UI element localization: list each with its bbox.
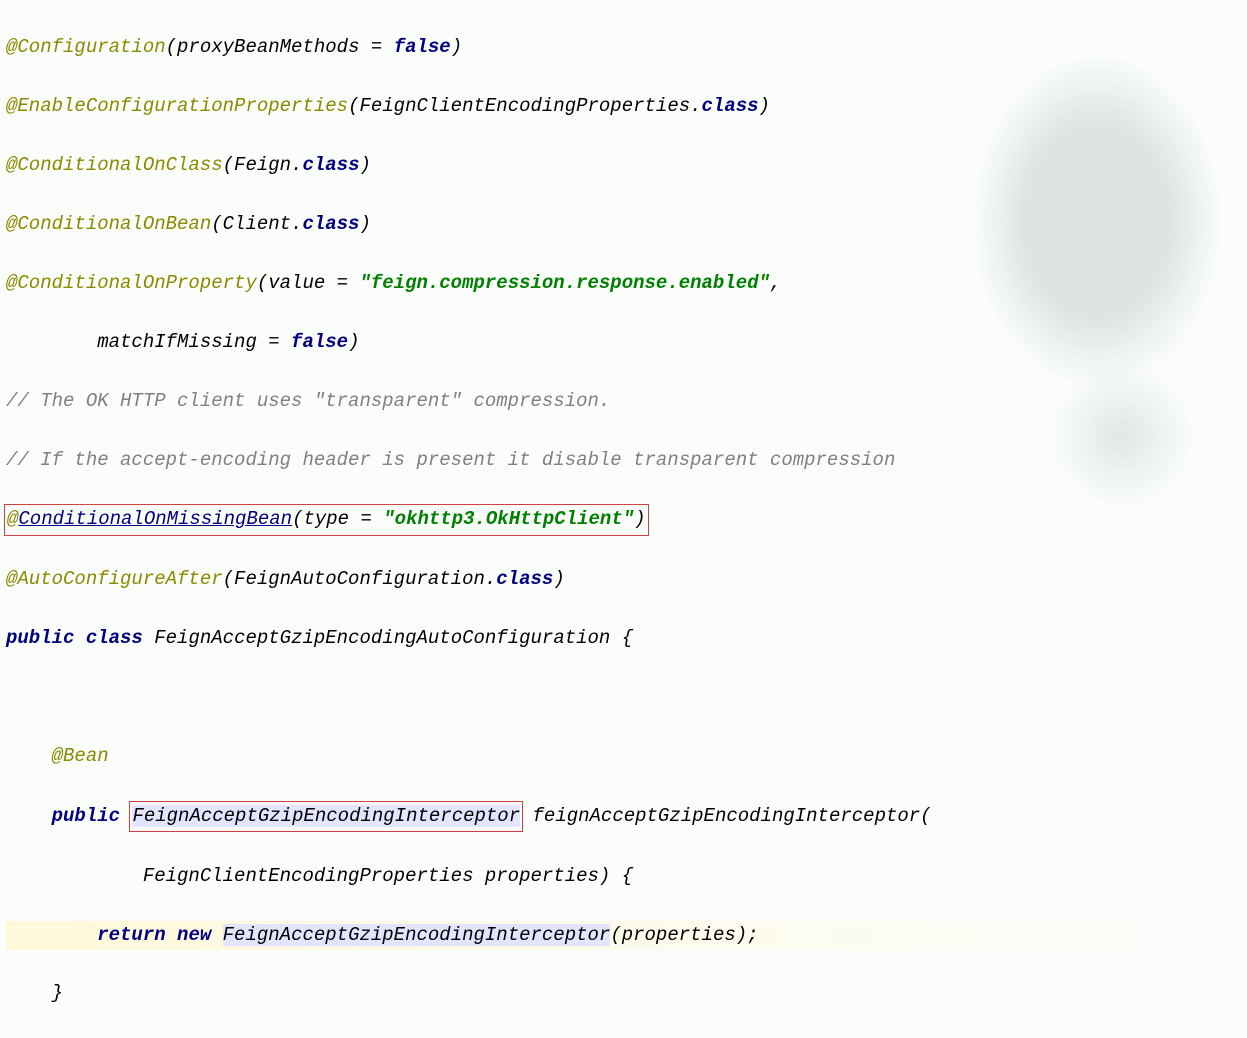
code-line[interactable]: // The OK HTTP client uses "transparent"… <box>6 387 1247 416</box>
highlight-box-type: FeignAcceptGzipEncodingInterceptor <box>129 801 523 832</box>
annotation: @Configuration <box>6 36 166 58</box>
comment: // The OK HTTP client uses "transparent"… <box>6 390 610 412</box>
string-literal: "okhttp3.OkHttpClient" <box>383 508 634 530</box>
code-line[interactable] <box>6 683 1247 712</box>
annotation: @EnableConfigurationProperties <box>6 95 348 117</box>
type-usage: FeignAcceptGzipEncodingInterceptor <box>223 924 611 946</box>
code-line[interactable]: @EnableConfigurationProperties(FeignClie… <box>6 92 1247 121</box>
code-line-current[interactable]: return new FeignAcceptGzipEncodingInterc… <box>6 921 1247 950</box>
code-line[interactable]: @AutoConfigureAfter(FeignAutoConfigurati… <box>6 565 1247 594</box>
annotation: @Bean <box>52 745 109 767</box>
highlight-box-annotation: @ConditionalOnMissingBean(type = "okhttp… <box>4 504 649 535</box>
code-line[interactable]: @ConditionalOnProperty(value = "feign.co… <box>6 269 1247 298</box>
annotation: @ConditionalOnBean <box>6 213 211 235</box>
code-line[interactable]: public FeignAcceptGzipEncodingIntercepto… <box>6 801 1247 832</box>
code-line[interactable]: @Configuration(proxyBeanMethods = false) <box>6 33 1247 62</box>
code-line[interactable]: // If the accept-encoding header is pres… <box>6 446 1247 475</box>
code-line[interactable]: @ConditionalOnClass(Feign.class) <box>6 151 1247 180</box>
annotation: @ConditionalOnProperty <box>6 272 257 294</box>
annotation: @AutoConfigureAfter <box>6 568 223 590</box>
code-editor[interactable]: @Configuration(proxyBeanMethods = false)… <box>0 0 1247 1038</box>
annotation: @ConditionalOnClass <box>6 154 223 176</box>
code-line[interactable]: FeignClientEncodingProperties properties… <box>6 862 1247 891</box>
code-line[interactable]: matchIfMissing = false) <box>6 328 1247 357</box>
code-line[interactable]: @ConditionalOnBean(Client.class) <box>6 210 1247 239</box>
code-line[interactable]: @Bean <box>6 742 1247 771</box>
comment: // If the accept-encoding header is pres… <box>6 449 895 471</box>
annotation-link[interactable]: ConditionalOnMissingBean <box>18 508 292 530</box>
string-literal: "feign.compression.response.enabled" <box>359 272 769 294</box>
code-line[interactable]: } <box>6 979 1247 1008</box>
code-line[interactable]: @ConditionalOnMissingBean(type = "okhttp… <box>6 504 1247 535</box>
code-line[interactable]: public class FeignAcceptGzipEncodingAuto… <box>6 624 1247 653</box>
